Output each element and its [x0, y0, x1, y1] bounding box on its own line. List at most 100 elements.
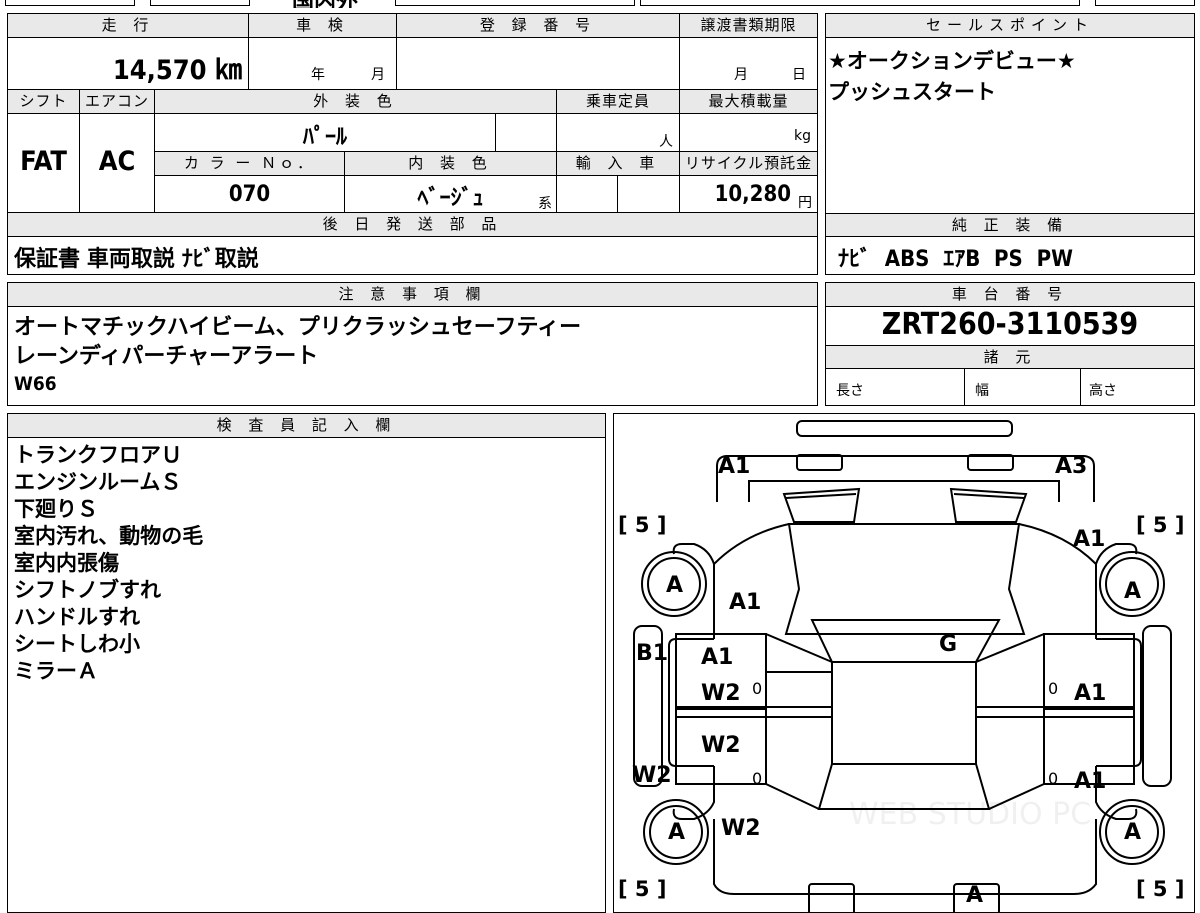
code-hood-left: A1: [729, 590, 761, 615]
equipment-value: ﾅﾋﾞ ABS ｴｱB PS PW: [838, 247, 1073, 272]
code-door-fl-1: A1: [701, 645, 733, 670]
inspector-line: シフトノブすれ: [14, 578, 161, 602]
inspector-label: 検 査 員 記 入 欄: [8, 414, 605, 438]
inspector-line: トランクフロアＵ: [14, 443, 182, 467]
recycle-label: リサイクル預託金: [680, 152, 817, 176]
chassis-number: ZRT260-3110539: [881, 307, 1139, 342]
spec-height-label: 高さ: [1089, 383, 1117, 399]
mileage-cell: 14,570 ㎞: [8, 38, 249, 90]
code-pillar-left: B1: [636, 641, 668, 666]
import-cell-1: [557, 176, 618, 213]
aircon-value: AC: [98, 146, 136, 177]
transfer-deadline-label: 譲渡書類期限: [680, 14, 817, 38]
notes-label: 注 意 事 項 欄: [8, 283, 817, 307]
code-door-rr: A1: [1074, 769, 1106, 794]
inspector-line: エンジンルームＳ: [14, 470, 182, 494]
code-front-right: A3: [1055, 454, 1087, 479]
note-line-1: オートマチックハイビーム、プリクラッシュセーフティー: [14, 315, 582, 340]
exterior-color-cell: ﾊﾟｰﾙ: [155, 114, 496, 152]
capacity-unit: 人: [659, 134, 673, 150]
inspector-line: シートしわ小: [14, 632, 140, 656]
shaken-year: 年: [311, 67, 325, 83]
code-wheel-rl: A: [668, 820, 685, 845]
shaken-cell: 年 月: [249, 38, 397, 90]
color-no-value: 070: [228, 182, 271, 207]
zero-mark-3: 0: [1048, 679, 1058, 698]
recycle-cell: 10,280 円: [680, 176, 817, 213]
registration-label: 登 録 番 号: [397, 14, 680, 38]
import-label: 輸 入 車: [557, 152, 680, 176]
car-diagram: [ 5 ] [ 5 ] [ 5 ] [ 5 ] A1 A3 A1 A1 G B1…: [618, 420, 1184, 912]
chassis-box: 車 台 番 号 ZRT260-3110539 諸 元 長さ 幅 高さ: [825, 282, 1195, 406]
code-windshield: G: [939, 632, 957, 657]
later-parts-label: 後 日 発 送 部 品: [8, 213, 817, 237]
max-load-unit: kg: [794, 128, 811, 144]
equipment-label: 純 正 装 備: [826, 213, 1194, 237]
interior-color-suffix: 系: [538, 196, 552, 212]
shaken-month: 月: [371, 67, 385, 83]
exterior-color-extra: [496, 114, 557, 152]
spec-length-label: 長さ: [836, 383, 864, 399]
registration-cell: [397, 38, 680, 90]
code-rear: A: [966, 883, 983, 908]
aircon-cell: AC: [80, 114, 155, 213]
top-strip: 国内外: [0, 0, 1200, 8]
spec-length-cell: 長さ: [826, 369, 965, 405]
spec-width-label: 幅: [975, 383, 989, 399]
transfer-day: 日: [792, 67, 806, 83]
tire-rr: [ 5 ]: [1136, 877, 1184, 901]
shift-label: シフト: [8, 90, 80, 114]
later-parts-value: 保証書 車両取説 ﾅﾋﾞ取説: [14, 247, 259, 272]
mileage-label: 走 行: [8, 14, 249, 38]
interior-color-cell: ﾍﾞｰｼﾞｭ 系: [345, 176, 557, 213]
code-quarter-left: W2: [721, 816, 761, 841]
inspector-box: 検 査 員 記 入 欄 トランクフロアＵ エンジンルームＳ 下廻りＳ 室内汚れ、…: [7, 413, 606, 913]
capacity-cell: 人: [557, 114, 680, 152]
zero-mark-2: 0: [752, 769, 762, 788]
code-front-left: A1: [718, 454, 750, 479]
inspector-line: 室内内張傷: [14, 551, 119, 575]
tire-rl: [ 5 ]: [618, 877, 666, 901]
specs-label: 諸 元: [826, 345, 1194, 369]
tire-fr: [ 5 ]: [1136, 513, 1184, 537]
sales-points-label: セールスポイント: [826, 14, 1194, 38]
note-line-2: レーンディパーチャーアラート: [14, 344, 319, 369]
code-wheel-fr: A: [1124, 579, 1141, 604]
recycle-value: 10,280: [714, 182, 791, 207]
exterior-color-value: ﾊﾟｰﾙ: [302, 125, 347, 150]
inspector-line: 下廻りＳ: [14, 497, 98, 521]
import-cell-2: [618, 176, 680, 213]
tire-fl: [ 5 ]: [618, 513, 666, 537]
sales-point-1: ★オークションデビュー★: [828, 49, 1076, 73]
code-door-fl-2: W2: [701, 681, 741, 706]
code-door-rl: W2: [701, 733, 741, 758]
code-sill-left: W2: [632, 763, 672, 788]
shift-value: FAT: [20, 146, 67, 177]
inspector-line: ミラーＡ: [14, 659, 98, 683]
color-no-label: カ ラ ー Ｎｏ．: [155, 152, 345, 176]
code-wheel-fl: A: [666, 573, 683, 598]
interior-color-label: 内 装 色: [345, 152, 557, 176]
color-no-cell: 070: [155, 176, 345, 213]
exterior-color-label: 外 装 色: [155, 90, 557, 114]
shift-cell: FAT: [8, 114, 80, 213]
mileage-value: 14,570 ㎞: [112, 55, 242, 86]
max-load-cell: kg: [680, 114, 817, 152]
transfer-month: 月: [734, 67, 748, 83]
watermark: WEB STUDIO PC: [849, 797, 1091, 832]
notes-box: 注 意 事 項 欄 オートマチックハイビーム、プリクラッシュセーフティー レーン…: [7, 282, 818, 406]
spec-width-cell: 幅: [965, 369, 1081, 405]
zero-mark-1: 0: [752, 679, 762, 698]
recycle-unit: 円: [798, 195, 812, 211]
capacity-label: 乗車定員: [557, 90, 680, 114]
code-wheel-rr: A: [1124, 820, 1141, 845]
inspector-notes: トランクフロアＵ エンジンルームＳ 下廻りＳ 室内汚れ、動物の毛 室内内張傷 シ…: [14, 442, 203, 685]
transfer-deadline-cell: 月 日: [680, 38, 817, 90]
spec-height-cell: 高さ: [1081, 369, 1194, 405]
aircon-label: エアコン: [80, 90, 155, 114]
code-fender-right: A1: [1073, 527, 1105, 552]
damage-diagram-box: [ 5 ] [ 5 ] [ 5 ] [ 5 ] A1 A3 A1 A1 G B1…: [613, 413, 1195, 913]
inspector-line: 室内汚れ、動物の毛: [14, 524, 204, 548]
chassis-label: 車 台 番 号: [826, 283, 1194, 307]
top-title: 国内外: [255, 0, 395, 8]
